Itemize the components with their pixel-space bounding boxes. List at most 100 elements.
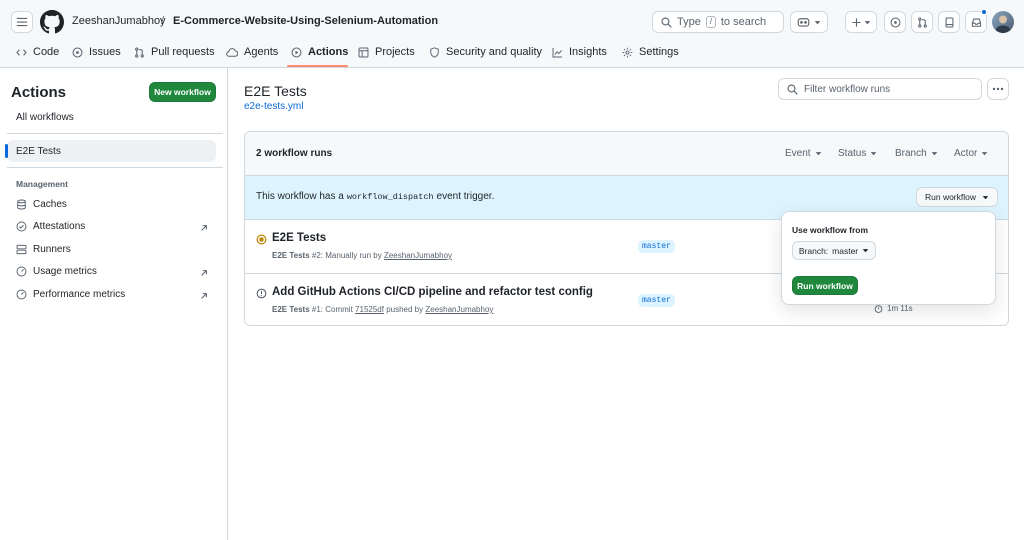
tab-label: Insights [569,46,607,58]
chevron-down-icon [871,152,877,156]
breadcrumb-repo[interactable]: E-Commerce-Website-Using-Selenium-Automa… [173,15,438,27]
run-title[interactable]: E2E Tests [272,232,326,244]
user-avatar-icon [995,15,1011,33]
tab-label: Actions [308,46,349,58]
breadcrumb-owner[interactable]: ZeeshanJumabhoy [72,15,166,27]
branch-select-button[interactable]: Branch: master [792,241,876,260]
tab-label: Issues [89,46,121,58]
table-icon [358,47,369,57]
git-pull-request-icon [917,16,927,28]
run-title[interactable]: Add GitHub Actions CI/CD pipeline and re… [272,286,593,298]
tab-projects[interactable]: Projects [358,41,415,63]
repositories-button[interactable] [938,11,960,33]
filter-workflow-runs-input[interactable]: Filter workflow runs [778,78,982,100]
menu-button[interactable] [11,11,33,33]
management-heading: Management [16,179,68,189]
active-tab-underline [287,65,348,67]
copilot-button[interactable] [790,11,828,33]
sidebar-item-performance-metrics[interactable]: Performance metrics [16,289,125,300]
tab-label: Settings [639,46,679,58]
git-pull-request-icon [135,46,144,58]
inbox-icon [971,18,981,27]
filter-label: Branch [895,148,927,159]
sidebar-item-label: Caches [33,199,67,210]
sidebar-divider [7,133,223,134]
repo-icon [945,17,953,27]
breadcrumb-separator: / [161,15,165,27]
filter-event[interactable]: Event [785,148,822,159]
filter-placeholder: Filter workflow runs [804,83,891,95]
sidebar-item-attestations[interactable]: Attestations [16,221,85,232]
runs-header: 2 workflow runs Event Status Branch Acto… [245,132,1008,176]
meter-icon [16,266,27,277]
branch-label[interactable]: master [638,240,675,253]
tab-settings[interactable]: Settings [622,41,679,63]
sidebar-item-e2e-tests-label[interactable]: E2E Tests [16,146,61,157]
chevron-down-icon [862,249,869,253]
sidebar-item-caches[interactable]: Caches [16,199,67,210]
sidebar-item-label: Runners [33,244,71,255]
chevron-down-icon [982,195,989,199]
github-logo-icon[interactable] [40,10,64,34]
run-workflow-button[interactable]: Run workflow [916,187,998,207]
tab-label: Security and quality [446,46,542,58]
banner-text-before: This workflow has a [256,191,344,202]
run-user-link[interactable]: ZeeshanJumabhoy [425,305,493,314]
workflow-file-link[interactable]: e2e-tests.yml [244,101,303,112]
pull-requests-button[interactable] [911,11,933,33]
tab-insights[interactable]: Insights [552,41,607,63]
notification-dot [981,9,987,15]
tab-issues[interactable]: Issues [72,41,121,63]
issue-opened-icon [890,17,900,27]
filter-status[interactable]: Status [838,148,877,159]
sidebar-item-label: E2E Tests [16,146,61,157]
more-options-button[interactable] [987,78,1009,100]
search-prefix: Type [677,16,701,28]
create-new-button[interactable] [845,11,877,33]
run-workflow-submit-button[interactable]: Run workflow [792,276,858,295]
chevron-down-icon [982,152,988,156]
filter-branch[interactable]: Branch [895,148,938,159]
new-workflow-button[interactable]: New workflow [149,82,216,102]
branch-label[interactable]: master [638,294,675,307]
tab-code[interactable]: Code [16,41,59,63]
sidebar-item-usage-metrics[interactable]: Usage metrics [16,266,97,277]
sidebar-item-label: Performance metrics [33,289,126,300]
run-duration-value: 1m 11s [887,304,913,313]
sidebar-item-label: All workflows [16,112,74,123]
chevron-down-icon [814,20,821,24]
sidebar-item-all-workflows[interactable]: All workflows [16,112,74,123]
code-icon [16,48,27,56]
run-workflow-popover: Use workflow from Branch: master Run wor… [781,211,996,305]
tab-pull-requests[interactable]: Pull requests [134,41,215,63]
search-suffix: to search [720,16,767,28]
active-indicator [5,144,8,158]
run-desc: pushed by [386,305,424,314]
branch-value: master [832,245,859,256]
issues-button[interactable] [884,11,906,33]
tab-label: Projects [375,46,415,58]
chevron-down-icon [815,152,821,156]
sidebar-divider [7,167,223,168]
filter-label: Actor [954,148,978,159]
server-icon [16,244,27,255]
copilot-icon [797,18,810,27]
run-user-link[interactable]: ZeeshanJumabhoy [384,251,452,260]
search-icon [787,83,798,95]
sidebar-item-runners[interactable]: Runners [16,244,71,255]
actions-sidebar: Actions New workflow All workflows E2E T… [0,68,228,540]
banner-code: workflow_dispatch [346,192,434,202]
global-search[interactable]: Type / to search [652,11,784,33]
sidebar-title: Actions [11,84,67,101]
tab-security[interactable]: Security and quality [429,41,542,63]
use-workflow-from-label: Use workflow from [792,225,869,235]
run-desc: Commit [325,305,353,314]
filter-actor[interactable]: Actor [954,148,988,159]
tab-agents[interactable]: Agents [226,41,278,63]
avatar[interactable] [992,11,1014,33]
issue-opened-icon [72,47,83,57]
commit-link[interactable]: 71525df [355,305,384,314]
run-subtitle: E2E Tests #1: Commit 71525df pushed by Z… [272,305,493,314]
branch-prefix: Branch: [798,245,829,256]
tab-actions[interactable]: Actions [291,41,348,63]
